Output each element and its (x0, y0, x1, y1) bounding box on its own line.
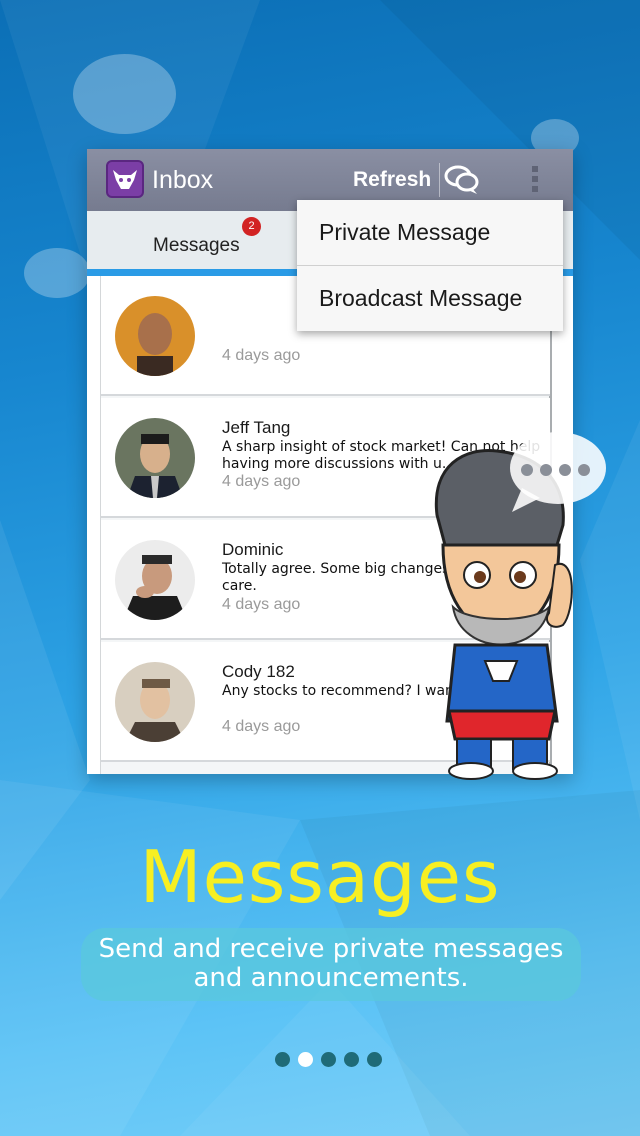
sender-name: Jeff Tang (222, 418, 291, 437)
app-logo-icon[interactable] (106, 160, 144, 198)
page-dot[interactable] (344, 1052, 359, 1067)
timestamp: 4 days ago (222, 718, 301, 735)
screen-title: Inbox (152, 166, 214, 194)
menu-item-broadcast-message[interactable]: Broadcast Message (297, 266, 563, 331)
speech-bubble-decoration (73, 54, 176, 134)
timestamp: 4 days ago (222, 347, 301, 364)
overflow-menu-icon[interactable] (528, 164, 542, 196)
avatar (115, 418, 195, 498)
overflow-popup-menu: Private Message Broadcast Message (297, 200, 563, 331)
subtitle-line: Send and receive private messages (98, 934, 564, 964)
avatar (115, 296, 195, 376)
chat-bubbles-icon[interactable] (444, 163, 480, 197)
refresh-button[interactable]: Refresh (353, 168, 431, 192)
speech-bubble-decoration (24, 248, 90, 298)
avatar (115, 662, 195, 742)
subtitle-line: and announcements. (193, 963, 469, 993)
sender-name: Dominic (222, 540, 284, 559)
timestamp: 4 days ago (222, 473, 301, 490)
page-dot[interactable] (275, 1052, 290, 1067)
page-dot-active[interactable] (298, 1052, 313, 1067)
divider (439, 163, 440, 197)
tab-messages[interactable]: Messages (153, 235, 240, 257)
feature-title: Messages (139, 835, 501, 919)
avatar (115, 540, 195, 620)
page-dot[interactable] (367, 1052, 382, 1067)
sender-name: Cody 182 (222, 662, 295, 681)
feature-subtitle: Send and receive private messages and an… (81, 935, 581, 993)
page-indicator (275, 1052, 385, 1068)
page-dot[interactable] (321, 1052, 336, 1067)
typing-bubble-icon (510, 432, 606, 512)
unread-badge: 2 (242, 217, 261, 236)
timestamp: 4 days ago (222, 596, 301, 613)
menu-item-private-message[interactable]: Private Message (297, 200, 563, 265)
